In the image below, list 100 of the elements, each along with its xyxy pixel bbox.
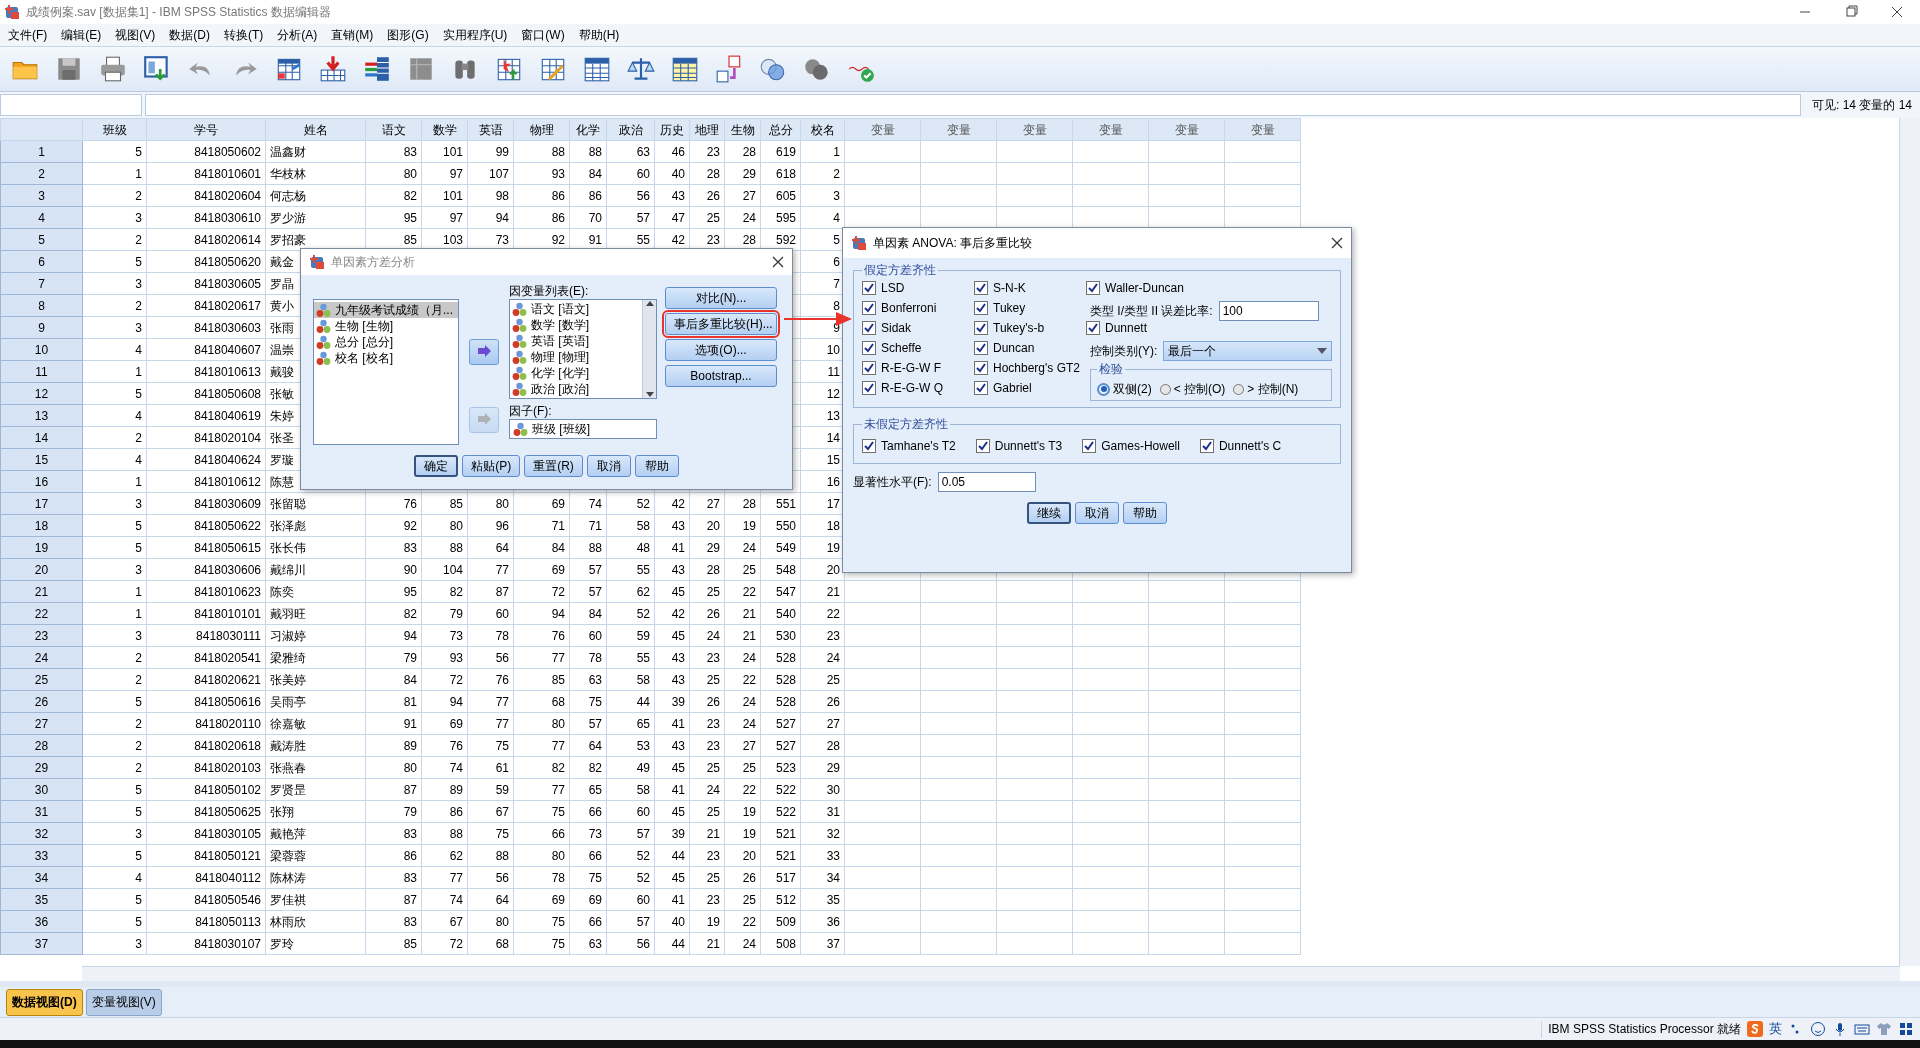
row-number[interactable]: 16 [0, 470, 83, 493]
row-number[interactable]: 13 [0, 404, 83, 427]
row-number[interactable]: 32 [0, 822, 83, 845]
column-header[interactable]: 姓名 [265, 118, 366, 141]
row-number[interactable]: 14 [0, 426, 83, 449]
row-number[interactable]: 4 [0, 206, 83, 229]
checkbox[interactable]: Gabriel [974, 381, 1086, 395]
column-header[interactable]: 变量 [920, 118, 997, 141]
checkbox[interactable]: Duncan [974, 341, 1086, 355]
column-header[interactable]: 校名 [800, 118, 845, 141]
column-header[interactable]: 英语 [467, 118, 514, 141]
menu-item[interactable]: 图形(G) [381, 24, 437, 46]
dialog-button[interactable]: 帮助 [634, 455, 679, 477]
row-number[interactable]: 1 [0, 140, 83, 163]
row-number[interactable]: 33 [0, 844, 83, 867]
checkbox[interactable]: Sidak [862, 321, 974, 335]
row-number[interactable]: 11 [0, 360, 83, 383]
row-number[interactable]: 29 [0, 756, 83, 779]
row-number[interactable]: 7 [0, 272, 83, 295]
row-number[interactable]: 24 [0, 646, 83, 669]
checkbox[interactable]: Games-Howell [1082, 439, 1180, 453]
cell-reference-field[interactable] [0, 94, 142, 116]
grid-icon[interactable] [1898, 1021, 1914, 1037]
dialog-button[interactable]: 继续 [1027, 502, 1071, 524]
column-header[interactable]: 变量 [844, 118, 921, 141]
menu-item[interactable]: 分析(A) [271, 24, 326, 46]
list-item[interactable]: 语文 [语文] [510, 301, 642, 317]
checkbox[interactable]: Dunnett's T3 [975, 439, 1063, 453]
radio-button[interactable]: 双侧(2) [1097, 380, 1152, 398]
row-number[interactable]: 21 [0, 580, 83, 603]
menu-item[interactable]: 直销(M) [325, 24, 382, 46]
row-number[interactable]: 37 [0, 932, 83, 955]
scroll-down-icon[interactable] [645, 392, 654, 398]
dialog-button[interactable]: 确定 [414, 455, 459, 477]
menu-item[interactable]: 编辑(E) [55, 24, 110, 46]
close-icon[interactable] [1331, 237, 1343, 249]
dialog-button[interactable]: 取消 [586, 455, 631, 477]
dialog-button[interactable]: 事后多重比较(H)... [665, 313, 777, 335]
dropdown[interactable]: 最后一个 [1163, 341, 1332, 361]
column-header[interactable]: 语文 [365, 118, 422, 141]
column-header[interactable]: 变量 [1224, 118, 1301, 141]
row-number[interactable]: 31 [0, 800, 83, 823]
list-item[interactable]: 数学 [数学] [510, 317, 642, 333]
list-bars-icon[interactable] [362, 54, 392, 84]
ime-language[interactable]: 英 [1769, 1020, 1782, 1038]
menu-item[interactable]: 视图(V) [109, 24, 164, 46]
row-number[interactable]: 2 [0, 162, 83, 185]
checkbox[interactable]: Scheffe [862, 341, 974, 355]
view-tab[interactable]: 变量视图(V) [85, 988, 162, 1016]
scrollbar[interactable] [1899, 118, 1920, 966]
row-number[interactable]: 23 [0, 624, 83, 647]
column-header[interactable]: 数学 [421, 118, 468, 141]
dialog-button[interactable]: Bootstrap... [665, 365, 777, 387]
list-item[interactable]: 九年级考试成绩（月... [314, 302, 458, 318]
list-item[interactable]: 政治 [政治] [510, 381, 642, 397]
row-number[interactable]: 9 [0, 316, 83, 339]
row-number[interactable]: 22 [0, 602, 83, 625]
checkbox[interactable]: S-N-K [974, 281, 1086, 295]
checkbox[interactable]: Tamhane's T2 [862, 439, 956, 453]
move-button[interactable] [469, 339, 499, 365]
column-header[interactable]: 变量 [1072, 118, 1149, 141]
checkbox[interactable]: Bonferroni [862, 301, 974, 315]
ime-logo-icon[interactable] [1747, 1021, 1763, 1037]
scrollbar[interactable] [642, 300, 656, 398]
row-number[interactable]: 6 [0, 250, 83, 273]
checkbox[interactable]: Dunnett's C [1199, 439, 1282, 453]
menu-item[interactable]: 实用程序(U) [436, 24, 516, 46]
row-number[interactable]: 18 [0, 514, 83, 537]
menu-item[interactable]: 帮助(H) [572, 24, 628, 46]
column-header[interactable]: 变量 [1148, 118, 1225, 141]
checkbox[interactable]: Dunnett [1086, 321, 1332, 335]
row-number[interactable]: 17 [0, 492, 83, 515]
column-header[interactable]: 班级 [82, 118, 147, 141]
column-header[interactable]: 生物 [724, 118, 761, 141]
row-number[interactable]: 26 [0, 690, 83, 713]
column-header[interactable]: 物理 [513, 118, 570, 141]
keyboard-icon[interactable] [1854, 1021, 1870, 1037]
printer-icon[interactable] [98, 54, 128, 84]
list-item[interactable]: 物理 [物理] [510, 349, 642, 365]
row-number[interactable]: 25 [0, 668, 83, 691]
cell-editor-field[interactable] [145, 94, 1801, 116]
checkbox[interactable]: Tukey's-b [974, 321, 1086, 335]
column-header[interactable]: 历史 [654, 118, 690, 141]
list-item[interactable]: 化学 [化学] [510, 365, 642, 381]
table-down-arrow-icon[interactable] [318, 54, 348, 84]
factor-field[interactable]: 班级 [班级] [509, 419, 657, 439]
input-field[interactable]: 0.05 [937, 472, 1036, 492]
menu-item[interactable]: 文件(F) [2, 24, 56, 46]
dialog-button[interactable]: 选项(O)... [665, 339, 777, 361]
row-number[interactable]: 12 [0, 382, 83, 405]
checkbox[interactable]: Hochberg's GT2 [974, 361, 1086, 375]
row-number[interactable]: 20 [0, 558, 83, 581]
close-icon[interactable] [772, 256, 784, 268]
dialog-button[interactable]: 取消 [1075, 502, 1119, 524]
list-item[interactable]: 英语 [英语] [510, 333, 642, 349]
checkbox[interactable]: Waller-Duncan [1086, 281, 1332, 295]
row-number[interactable]: 3 [0, 184, 83, 207]
dialog-button[interactable]: 粘贴(P) [462, 455, 521, 477]
checkbox[interactable]: R-E-G-W Q [862, 381, 974, 395]
smiley-icon[interactable] [1810, 1021, 1826, 1037]
